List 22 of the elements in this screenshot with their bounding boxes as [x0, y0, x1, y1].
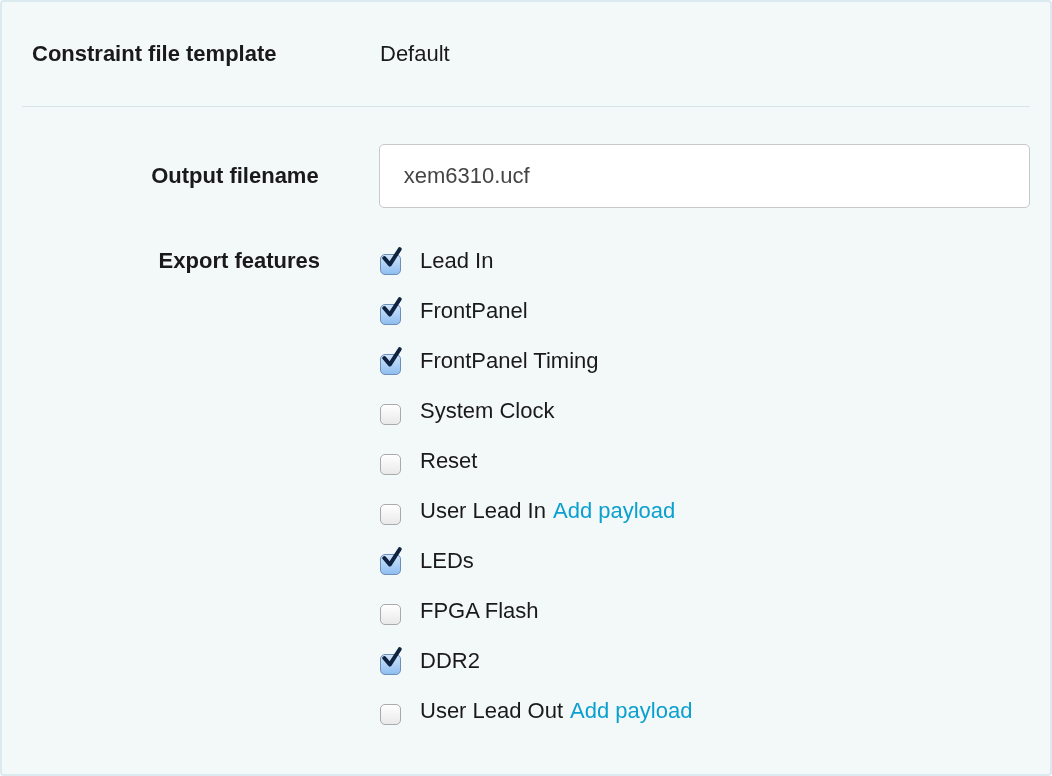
field-label: Export features: [157, 247, 320, 275]
checkbox-label: User Lead In: [420, 498, 546, 524]
checkbox-label: FrontPanel: [420, 298, 528, 324]
checkbox[interactable]: [380, 296, 404, 325]
field-value: Default: [380, 41, 450, 67]
checkbox-label: FPGA Flash: [420, 598, 539, 624]
filename-input[interactable]: xem6310.ucf: [378, 144, 1030, 208]
checkbox-label: User Lead Out: [420, 698, 564, 724]
checkbox[interactable]: [380, 246, 404, 275]
checkbox-label: Reset: [420, 448, 478, 474]
add-payload-link[interactable]: Add payload: [552, 498, 676, 524]
checkbox-label: DDR2: [420, 648, 480, 674]
checkbox-label: System Clock: [420, 398, 555, 424]
checkbox-label: Lead In: [420, 248, 494, 274]
checkbox[interactable]: [380, 546, 404, 575]
checkbox[interactable]: [380, 646, 404, 675]
checkbox-label: FrontPanel Timing: [420, 348, 599, 374]
field-label: Constraint file template: [32, 41, 278, 67]
field-label: Output filename: [150, 163, 319, 189]
checkbox[interactable]: [380, 346, 404, 375]
add-payload-link[interactable]: Add payload: [570, 698, 693, 724]
checkbox-label: LEDs: [420, 548, 474, 574]
